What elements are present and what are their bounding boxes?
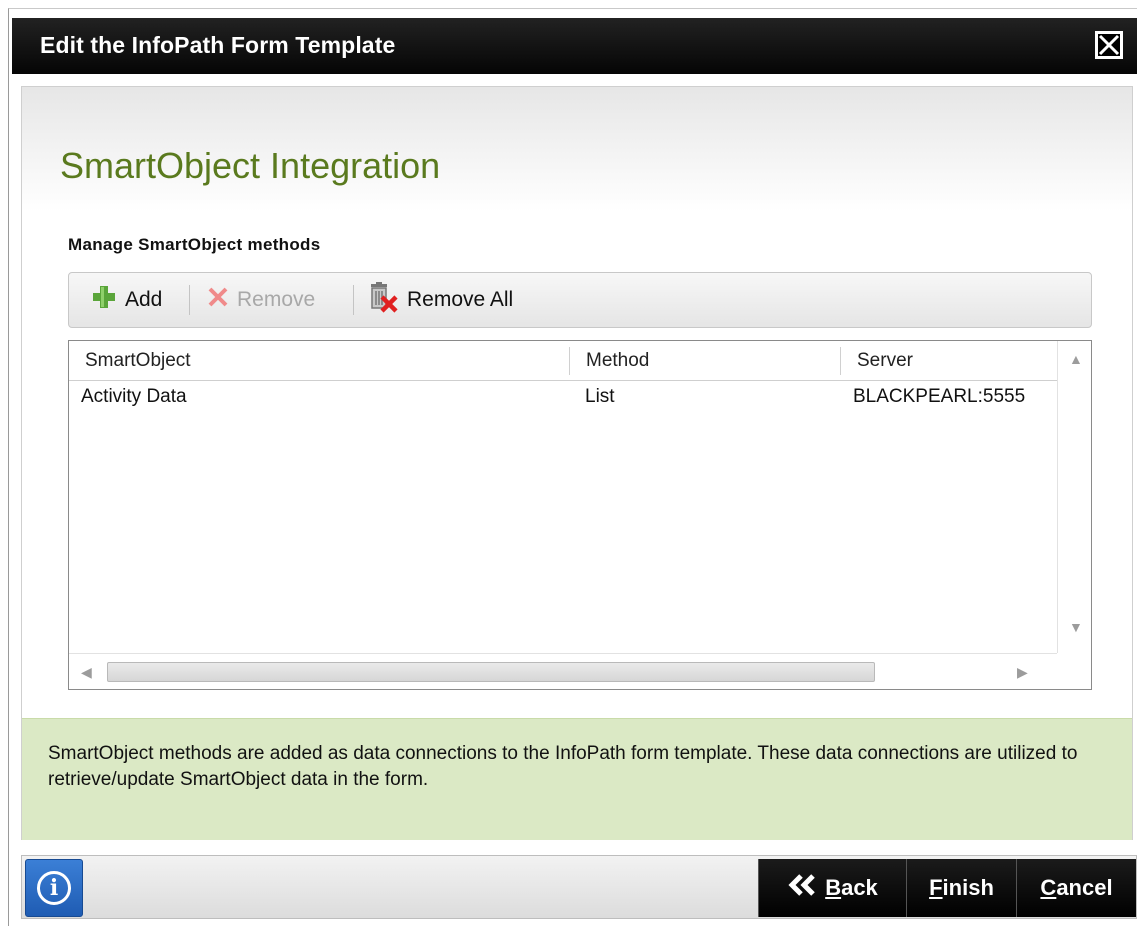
title-bar: Edit the InfoPath Form Template [12,18,1137,74]
column-header-smartobject[interactable]: SmartObject [69,341,569,381]
info-text: SmartObject methods are added as data co… [48,743,1078,790]
remove-label: Remove [237,288,316,311]
methods-grid: SmartObject Method Server Activity Data … [68,340,1092,690]
scroll-down-icon[interactable]: ▼ [1069,619,1083,635]
footer-bar: i Back Finish Cancel [21,855,1137,919]
column-header-server[interactable]: Server [841,341,1057,381]
header-band: SmartObject Integration [22,87,1132,212]
cell-method: List [585,386,615,407]
scroll-left-icon[interactable]: ◀ [81,664,92,681]
cancel-button[interactable]: Cancel [1016,859,1136,917]
info-button[interactable]: i [25,859,83,917]
column-header-method[interactable]: Method [570,341,840,381]
scrollbar-thumb[interactable] [107,662,875,682]
remove-button[interactable]: Remove [207,273,315,327]
info-panel: SmartObject methods are added as data co… [22,718,1132,840]
info-icon: i [37,871,71,905]
horizontal-scrollbar[interactable]: ◀ ▶ [69,653,1057,689]
page-title: SmartObject Integration [60,145,441,186]
toolbar-separator [189,285,190,315]
toolbar-separator [353,285,354,315]
finish-button[interactable]: Finish [906,859,1016,917]
cell-smartobject: Activity Data [81,386,187,407]
back-label: Back [825,875,878,900]
vertical-scrollbar[interactable]: ▲ ▼ [1057,341,1091,654]
add-label: Add [125,288,163,311]
add-button[interactable]: Add [91,273,162,327]
section-heading: Manage SmartObject methods [68,235,321,254]
table-row[interactable]: Activity Data List BLACKPEARL:5555 [69,381,1057,413]
scroll-right-icon[interactable]: ▶ [1017,664,1028,681]
back-button[interactable]: Back [758,859,906,917]
cell-server: BLACKPEARL:5555 [853,386,1026,407]
dialog-body: SmartObject Integration Manage SmartObje… [21,86,1133,840]
close-icon[interactable] [1095,31,1123,59]
remove-icon [207,286,229,314]
remove-all-button[interactable]: Remove All [367,273,513,327]
scroll-corner [1057,653,1091,689]
back-arrow-icon [787,874,817,902]
methods-toolbar: Add Remove Remove All [68,272,1092,328]
remove-all-icon [367,281,399,319]
dialog-title: Edit the InfoPath Form Template [40,32,396,58]
finish-label: Finish [929,875,994,900]
grid-header: SmartObject Method Server [69,341,1057,381]
add-icon [91,284,117,316]
cancel-label: Cancel [1040,875,1113,900]
remove-all-label: Remove All [407,288,514,311]
scroll-up-icon[interactable]: ▲ [1069,351,1083,367]
